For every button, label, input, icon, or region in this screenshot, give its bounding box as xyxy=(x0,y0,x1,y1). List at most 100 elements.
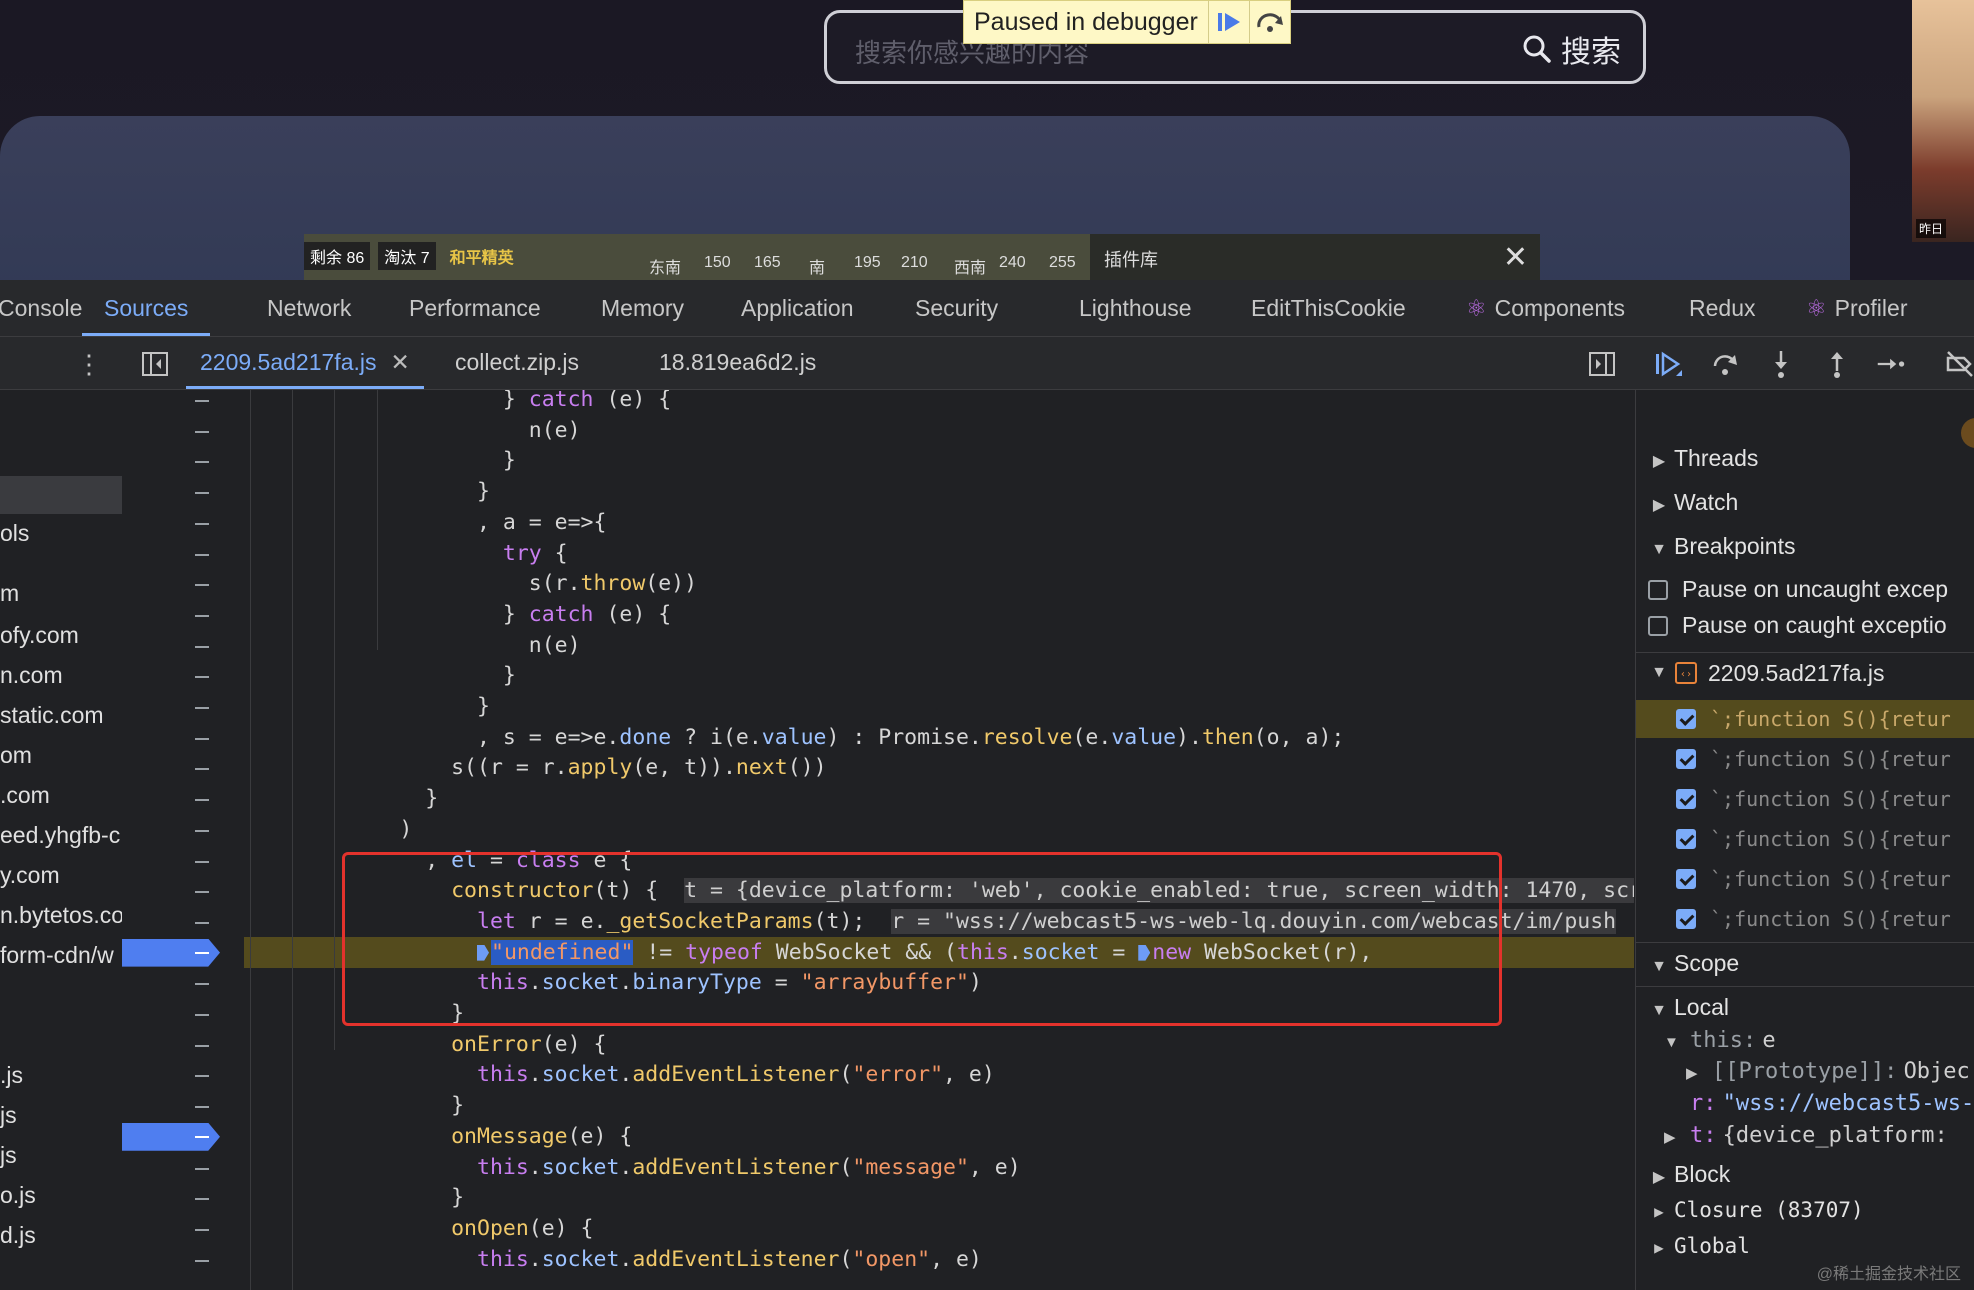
gutter-dash[interactable] xyxy=(195,553,209,556)
toggle-navigator-icon[interactable] xyxy=(140,349,170,379)
step-over-button[interactable] xyxy=(1248,1,1290,43)
tab-sources[interactable]: Sources xyxy=(82,280,211,336)
code-line[interactable]: this.socket.addEventListener("open", e) xyxy=(244,1244,982,1275)
tab-lighthouse[interactable]: Lighthouse xyxy=(1079,280,1192,336)
navigator-item[interactable]: n.com xyxy=(0,662,63,689)
step-into-icon[interactable] xyxy=(1766,349,1796,379)
gutter-dash[interactable] xyxy=(195,860,209,863)
gutter-dash[interactable] xyxy=(195,676,209,679)
code-line[interactable]: onError(e) { xyxy=(244,1029,606,1060)
navigator-item[interactable]: ols xyxy=(0,520,29,547)
gutter-dash[interactable] xyxy=(195,1106,209,1109)
navigator-item[interactable]: static.com xyxy=(0,702,104,729)
breakpoint-entry[interactable]: `;function S(){retur xyxy=(1636,700,1974,738)
resume-button[interactable] xyxy=(1207,1,1249,43)
code-line[interactable]: s(r.throw(e)) xyxy=(244,568,697,599)
code-line[interactable]: onMessage(e) { xyxy=(244,1121,632,1152)
line-gutter[interactable] xyxy=(122,390,244,1290)
toggle-debugger-sidebar-icon[interactable] xyxy=(1587,349,1617,379)
code-line[interactable]: } xyxy=(244,445,516,476)
navigator-item[interactable]: n.bytetos.co xyxy=(0,902,122,929)
tab-performance[interactable]: Performance xyxy=(409,280,541,336)
resume-execution-icon[interactable] xyxy=(1654,349,1684,379)
pause-uncaught-checkbox[interactable] xyxy=(1648,579,1668,600)
navigator-item[interactable]: eed.yhgfb-c xyxy=(0,822,120,849)
gutter-dash[interactable] xyxy=(195,645,209,648)
gutter-dash[interactable] xyxy=(195,799,209,802)
code-line[interactable]: ) xyxy=(244,814,412,845)
tab-security[interactable]: Security xyxy=(915,280,998,336)
code-line[interactable]: } xyxy=(244,476,490,507)
scope-section[interactable]: ▼ Scope xyxy=(1636,942,1974,983)
gutter-dash[interactable] xyxy=(195,400,209,402)
gutter-dash[interactable] xyxy=(195,492,209,495)
code-line[interactable]: this.socket.addEventListener("message", … xyxy=(244,1152,1021,1183)
navigator-item[interactable]: o.js xyxy=(0,1182,36,1209)
code-line[interactable]: , a = e=>{ xyxy=(244,507,606,538)
deactivate-breakpoints-icon[interactable] xyxy=(1944,349,1974,379)
gutter-dash[interactable] xyxy=(195,584,209,587)
breakpoint-entry[interactable]: `;function S(){retur xyxy=(1636,820,1974,858)
file-tab-2209[interactable]: 2209.5ad217fa.js ✕ xyxy=(186,337,424,389)
file-tab-18[interactable]: 18.819ea6d2.js xyxy=(659,337,816,389)
local-scope[interactable]: ▼ Local xyxy=(1636,986,1974,1027)
file-tab-collect[interactable]: collect.zip.js xyxy=(455,337,579,389)
tab-editthiscookie[interactable]: EditThisCookie xyxy=(1251,280,1406,336)
gutter-dash[interactable] xyxy=(195,1198,209,1201)
breakpoint-checkbox[interactable] xyxy=(1676,709,1696,729)
gutter-dash[interactable] xyxy=(195,1044,209,1047)
breakpoint-checkbox[interactable] xyxy=(1676,749,1696,769)
pause-caught-option[interactable]: Pause on caught exceptio xyxy=(1648,612,1947,639)
code-line[interactable]: n(e) xyxy=(244,415,581,446)
breakpoint-entry[interactable]: `;function S(){retur xyxy=(1636,900,1974,938)
gutter-dash[interactable] xyxy=(195,707,209,709)
code-line[interactable]: onOpen(e) { xyxy=(244,1213,593,1244)
close-icon[interactable]: ✕ xyxy=(391,349,410,375)
gutter-dash[interactable] xyxy=(195,768,209,771)
code-line[interactable]: n(e) xyxy=(244,630,581,661)
tab-application[interactable]: Application xyxy=(741,280,854,336)
code-line[interactable]: } catch (e) { xyxy=(244,599,671,630)
navigator-item[interactable]: form-cdn/w xyxy=(0,942,114,969)
navigator-selected-row[interactable] xyxy=(0,476,122,514)
code-line[interactable]: , s = e=>e.done ? i(e.value) : Promise.r… xyxy=(244,722,1344,753)
code-line[interactable]: } xyxy=(244,1090,464,1121)
more-options-icon[interactable]: ⋮ xyxy=(74,349,104,379)
navigator-item[interactable]: .js xyxy=(0,1062,23,1089)
breakpoint-entry[interactable]: `;function S(){retur xyxy=(1636,860,1974,898)
stream-thumbnail[interactable]: 昨日 xyxy=(1912,0,1974,242)
navigator-item[interactable]: d.js xyxy=(0,1222,36,1249)
step-icon[interactable] xyxy=(1876,349,1906,379)
code-editor[interactable]: } catch (e) { n(e) } } , a = e=>{ try { … xyxy=(122,390,1634,1290)
gutter-dash[interactable] xyxy=(195,1167,209,1170)
gutter-dash[interactable] xyxy=(195,430,209,433)
navigator-item[interactable]: y.com xyxy=(0,862,60,889)
threads-section[interactable]: ▶ Threads xyxy=(1636,438,1974,478)
breakpoint-checkbox[interactable] xyxy=(1676,909,1696,929)
tab-memory[interactable]: Memory xyxy=(601,280,684,336)
navigator-item[interactable]: om xyxy=(0,742,32,769)
scope-prototype-row[interactable]: ▶ [[Prototype]]: Objec xyxy=(1686,1058,1970,1084)
gutter-dash[interactable] xyxy=(195,614,209,617)
watch-section[interactable]: ▶ Watch xyxy=(1636,482,1974,522)
breakpoint-file-group[interactable]: ▼ ‹› 2209.5ad217fa.js xyxy=(1636,652,1974,693)
scope-t-row[interactable]: ▶ t: {device_platform: xyxy=(1664,1122,1948,1148)
breakpoint-marker[interactable] xyxy=(122,938,220,967)
gutter-dash[interactable] xyxy=(195,461,209,464)
gutter-dash[interactable] xyxy=(195,1014,209,1016)
gutter-dash[interactable] xyxy=(195,891,209,894)
breakpoint-entry[interactable]: `;function S(){retur xyxy=(1636,780,1974,818)
tab-profiler[interactable]: ⚛ Profiler xyxy=(1806,280,1907,336)
scope-r-row[interactable]: r: "wss://webcast5-ws- xyxy=(1690,1090,1974,1116)
gutter-dash[interactable] xyxy=(195,1075,209,1078)
breakpoint-marker[interactable] xyxy=(122,1122,220,1151)
tab-redux[interactable]: Redux xyxy=(1689,280,1755,336)
tab-components[interactable]: ⚛ Components xyxy=(1466,280,1625,336)
step-over-icon[interactable] xyxy=(1710,349,1740,379)
code-line[interactable]: } xyxy=(244,1182,464,1213)
gutter-dash[interactable] xyxy=(195,522,209,525)
pause-caught-checkbox[interactable] xyxy=(1648,615,1668,636)
gutter-dash[interactable] xyxy=(195,1259,209,1262)
gutter-dash[interactable] xyxy=(195,829,209,832)
gutter-dash[interactable] xyxy=(195,921,209,924)
